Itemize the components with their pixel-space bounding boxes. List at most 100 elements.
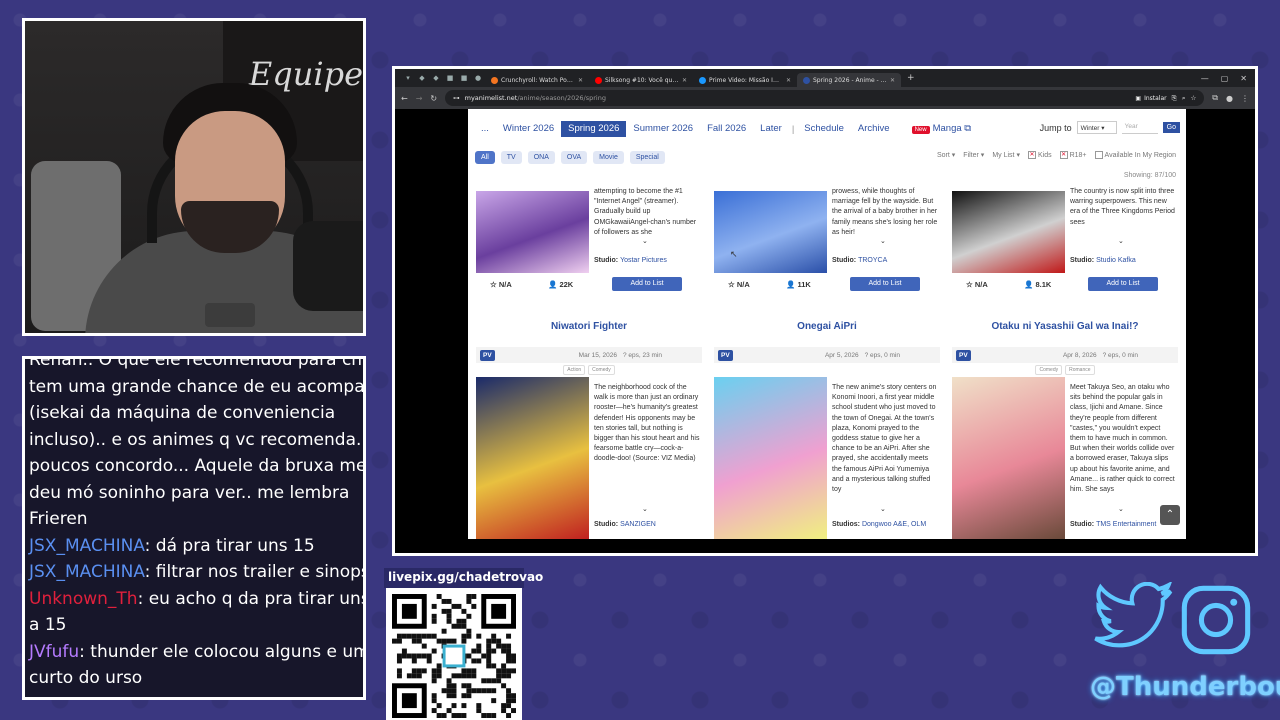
bookmark-star-icon[interactable]: ☆ xyxy=(1190,94,1196,102)
studio-link[interactable]: Dongwoo A&E, OLM xyxy=(862,521,926,528)
type-chip[interactable]: OVA xyxy=(560,151,588,164)
zoom-icon[interactable]: ⌕ xyxy=(1182,94,1186,103)
pv-badge[interactable]: PV xyxy=(956,349,971,361)
genre-tag[interactable]: Action xyxy=(563,365,586,375)
region-toggle[interactable]: Available In My Region xyxy=(1094,151,1176,159)
webcam-feed: Equipe xyxy=(22,18,366,336)
anime-cover-image[interactable] xyxy=(714,191,827,273)
genre-tag[interactable]: Romance xyxy=(1065,365,1095,375)
season-nav-item[interactable]: Later xyxy=(753,121,789,137)
reload-icon[interactable]: ↻ xyxy=(430,94,437,103)
anime-members: 👤 11K xyxy=(772,280,850,289)
url-field[interactable]: ⊶ myanimelist.net/anime/season/2026/spri… xyxy=(445,90,1205,106)
type-chip[interactable]: Special xyxy=(629,151,665,164)
tab-close-icon[interactable]: ✕ xyxy=(578,77,583,84)
browser-tab[interactable]: Spring 2026 - Anime - MyAnimeList✕ xyxy=(797,73,901,87)
anime-cover-image[interactable] xyxy=(714,377,827,539)
season-nav-item[interactable]: Schedule xyxy=(797,121,851,137)
season-nav-item[interactable]: Spring 2026 xyxy=(561,121,627,137)
season-nav-item[interactable]: Archive xyxy=(851,121,897,137)
genre-tag[interactable]: Comedy xyxy=(1035,365,1063,375)
type-chip[interactable]: TV xyxy=(500,151,522,164)
manga-link[interactable]: New Manga ⧉ xyxy=(905,121,979,137)
my-list-dropdown[interactable]: My List ▾ xyxy=(992,151,1020,159)
minimize-icon[interactable]: — xyxy=(1201,74,1209,83)
anime-cover-image[interactable] xyxy=(476,377,589,539)
filter-dropdown[interactable]: Filter ▾ xyxy=(963,151,984,159)
anime-title[interactable]: Onegai AiPri xyxy=(714,321,940,332)
pv-badge[interactable]: PV xyxy=(718,349,733,361)
chat-text: (isekai da máquina de conveniencia xyxy=(29,403,336,423)
type-chip[interactable]: ONA xyxy=(527,151,555,164)
r18-toggle[interactable]: ✕ R18+ xyxy=(1059,151,1087,159)
anime-members: 👤 8.1K xyxy=(1010,280,1088,289)
menu-icon[interactable]: ⋮ xyxy=(1241,94,1249,103)
studio-link[interactable]: TROYCA xyxy=(858,257,887,264)
pv-badge[interactable]: PV xyxy=(480,349,495,361)
anime-cover-image[interactable] xyxy=(476,191,589,273)
anime-title[interactable]: Otaku ni Yasashii Gal wa Inai!? xyxy=(952,321,1178,332)
tab-close-icon[interactable]: ✕ xyxy=(890,77,895,84)
back-icon[interactable]: ← xyxy=(401,94,408,103)
browser-tab[interactable]: Crunchyroll: Watch Popular Anime✕ xyxy=(485,73,589,87)
pinned-tab-icon[interactable]: ◆ xyxy=(429,72,443,84)
back-to-top-button[interactable]: ⌃ xyxy=(1160,505,1180,525)
studio-link[interactable]: Studio Kafka xyxy=(1096,257,1136,264)
chat-message: tem uma grande chance de eu acompanhar xyxy=(29,374,363,401)
close-icon[interactable]: ✕ xyxy=(1240,74,1247,83)
translate-icon[interactable]: ⎘ xyxy=(1172,94,1177,103)
expand-chevron-icon[interactable]: ⌄ xyxy=(880,505,886,513)
new-tab-button[interactable]: + xyxy=(907,73,915,83)
profile-icon[interactable]: ● xyxy=(1226,94,1233,103)
expand-chevron-icon[interactable]: ⌄ xyxy=(1118,505,1124,513)
go-button[interactable]: Go xyxy=(1162,122,1180,133)
jump-to-label: Jump to xyxy=(1039,122,1072,133)
studio-link[interactable]: TMS Entertainment xyxy=(1096,521,1156,528)
anime-stats: ☆ N/A 👤 22K Add to List xyxy=(476,275,702,293)
tab-close-icon[interactable]: ✕ xyxy=(682,77,687,84)
anime-score: ☆ N/A xyxy=(952,280,1010,289)
anime-cover-image[interactable] xyxy=(952,191,1065,273)
kids-toggle[interactable]: ✕ Kids xyxy=(1027,151,1052,159)
type-chip[interactable]: All xyxy=(475,151,495,164)
pinned-tab-icon[interactable]: ■ xyxy=(457,72,471,84)
browser-tab[interactable]: Silksong #10: Você quer voar no...✕ xyxy=(589,73,693,87)
genre-tag[interactable]: Comedy xyxy=(588,365,615,375)
install-button[interactable]: ▣ Instalar xyxy=(1135,95,1166,102)
extensions-icon[interactable]: ⧉ xyxy=(1212,93,1218,103)
anime-title[interactable]: Niwatori Fighter xyxy=(476,321,702,332)
forward-icon[interactable]: → xyxy=(416,94,423,103)
season-nav-item[interactable]: Summer 2026 xyxy=(626,121,700,137)
expand-chevron-icon[interactable]: ⌄ xyxy=(1118,237,1124,245)
star-icon: ☆ xyxy=(728,279,737,289)
anime-cover-image[interactable] xyxy=(952,377,1065,539)
air-date: Apr 5, 2026 xyxy=(824,351,859,359)
expand-chevron-icon[interactable]: ⌄ xyxy=(642,237,648,245)
site-info-icon[interactable]: ⊶ xyxy=(453,94,460,102)
tab-close-icon[interactable]: ✕ xyxy=(786,77,791,84)
pinned-tab-icon[interactable]: ■ xyxy=(443,72,457,84)
tab-search-icon[interactable]: ▾ xyxy=(401,72,415,84)
anime-card: prowess, while thoughts of marriage fell… xyxy=(714,188,940,291)
season-nav-item[interactable]: Winter 2026 xyxy=(496,121,561,137)
add-to-list-button[interactable]: Add to List xyxy=(1088,277,1158,291)
season-select[interactable]: Winter ▾ xyxy=(1076,121,1117,134)
year-input[interactable]: Year xyxy=(1121,121,1158,134)
studio-link[interactable]: Yostar Pictures xyxy=(620,257,667,264)
type-chip[interactable]: Movie xyxy=(593,151,624,164)
season-nav-item[interactable]: ... xyxy=(474,121,496,137)
maximize-icon[interactable]: ▢ xyxy=(1221,74,1229,83)
expand-chevron-icon[interactable]: ⌄ xyxy=(880,237,886,245)
add-to-list-button[interactable]: Add to List xyxy=(850,277,920,291)
season-nav-item[interactable]: Fall 2026 xyxy=(700,121,753,137)
add-to-list-button[interactable]: Add to List xyxy=(612,277,682,291)
studio-link[interactable]: SANZIGEN xyxy=(620,521,656,528)
browser-tab[interactable]: Prime Video: Missão Impossível✕ xyxy=(693,73,797,87)
filter-options: Sort ▾ Filter ▾ My List ▾ ✕ Kids ✕ R18+ Av… xyxy=(937,151,1176,159)
window-controls: — ▢ ✕ xyxy=(1201,74,1255,83)
mouse-cursor-icon: ↖ xyxy=(730,249,738,259)
pinned-tab-icon[interactable]: ● xyxy=(471,72,485,84)
sort-dropdown[interactable]: Sort ▾ xyxy=(937,151,955,159)
pinned-tab-icon[interactable]: ◆ xyxy=(415,72,429,84)
expand-chevron-icon[interactable]: ⌄ xyxy=(642,505,648,513)
